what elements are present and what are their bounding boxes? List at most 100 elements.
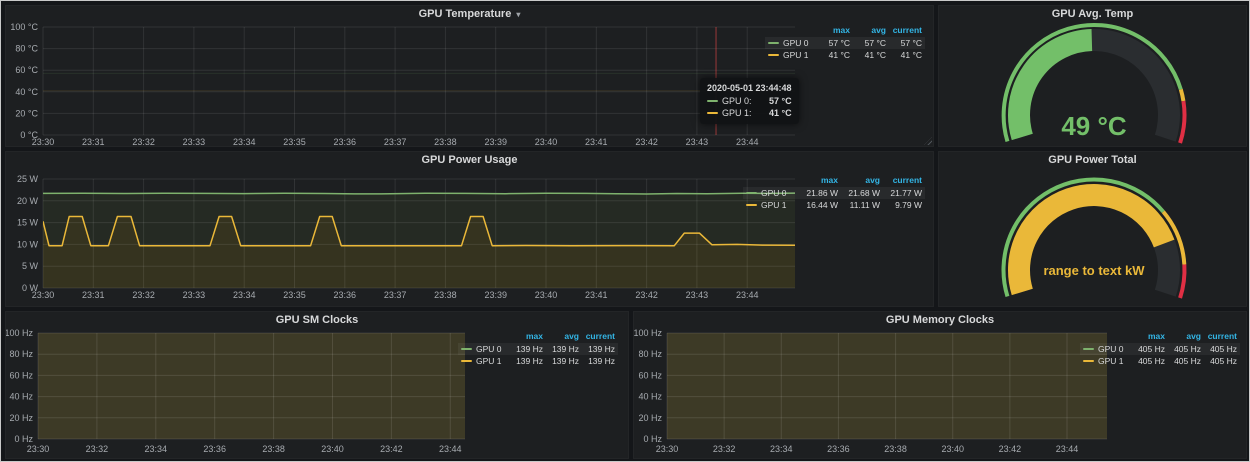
legend-series-gpu0[interactable]: GPU 0 xyxy=(1083,344,1129,354)
legend-value: 405 Hz xyxy=(1165,356,1201,366)
panel-title-gpu-power-usage[interactable]: GPU Power Usage xyxy=(6,154,933,166)
svg-text:23:44: 23:44 xyxy=(736,290,759,300)
legend-header-max[interactable]: max xyxy=(1129,331,1165,341)
legend-header-max[interactable]: max xyxy=(796,175,838,185)
svg-text:23:40: 23:40 xyxy=(941,444,964,454)
svg-text:23:42: 23:42 xyxy=(380,444,403,454)
svg-text:100 °C: 100 °C xyxy=(10,22,38,32)
panel-title-gpu-memory-clocks[interactable]: GPU Memory Clocks xyxy=(634,314,1246,326)
legend-header-max[interactable]: max xyxy=(814,25,850,35)
svg-text:23:38: 23:38 xyxy=(884,444,907,454)
legend-gpu-memory-clocks: max avg current GPU 0 405 Hz 405 Hz 405 … xyxy=(1080,330,1240,368)
legend-value: 41 °C xyxy=(850,50,886,60)
legend-value: 57 °C xyxy=(886,38,922,48)
svg-text:23:36: 23:36 xyxy=(334,137,357,146)
svg-text:23:41: 23:41 xyxy=(585,290,608,300)
panel-title-gpu-sm-clocks[interactable]: GPU SM Clocks xyxy=(6,314,628,326)
svg-text:5 W: 5 W xyxy=(22,261,39,271)
svg-text:23:34: 23:34 xyxy=(233,290,256,300)
legend-series-gpu1[interactable]: GPU 1 xyxy=(768,50,814,60)
legend-row-gpu0: GPU 0 405 Hz 405 Hz 405 Hz xyxy=(1080,343,1240,356)
legend-value: 41 °C xyxy=(886,50,922,60)
legend-value: 405 Hz xyxy=(1201,356,1237,366)
svg-text:23:38: 23:38 xyxy=(262,444,285,454)
legend-value: 9.79 W xyxy=(880,200,922,210)
svg-text:23:34: 23:34 xyxy=(770,444,793,454)
svg-text:23:39: 23:39 xyxy=(484,290,507,300)
gpu-power-total-gauge: range to text kW xyxy=(939,152,1246,306)
legend-header-avg[interactable]: avg xyxy=(838,175,880,185)
svg-text:23:43: 23:43 xyxy=(686,290,709,300)
svg-text:range to text kW: range to text kW xyxy=(1043,263,1145,278)
svg-text:23:30: 23:30 xyxy=(656,444,679,454)
panel-title-gpu-temperature[interactable]: GPU Temperature▾ xyxy=(6,8,933,20)
panel-title-gpu-avg-temp[interactable]: GPU Avg. Temp xyxy=(939,8,1246,20)
legend-header-current[interactable]: current xyxy=(1201,331,1237,341)
legend-series-gpu1[interactable]: GPU 1 xyxy=(746,200,796,210)
series-color-dash xyxy=(1083,348,1094,350)
svg-text:15 W: 15 W xyxy=(17,218,39,228)
legend-series-gpu1[interactable]: GPU 1 xyxy=(461,356,507,366)
svg-text:80 Hz: 80 Hz xyxy=(9,349,33,359)
svg-text:60 Hz: 60 Hz xyxy=(638,370,662,380)
legend-header-max[interactable]: max xyxy=(507,331,543,341)
svg-text:23:32: 23:32 xyxy=(86,444,109,454)
svg-text:23:37: 23:37 xyxy=(384,137,407,146)
legend-value: 139 Hz xyxy=(543,344,579,354)
legend-gpu-temperature: max avg current GPU 0 57 °C 57 °C 57 °C … xyxy=(765,24,925,62)
legend-value: 57 °C xyxy=(850,38,886,48)
legend-header-avg[interactable]: avg xyxy=(850,25,886,35)
svg-text:23:34: 23:34 xyxy=(233,137,256,146)
svg-text:23:44: 23:44 xyxy=(1056,444,1079,454)
legend-series-gpu0[interactable]: GPU 0 xyxy=(768,38,814,48)
series-color-dash xyxy=(768,54,779,56)
legend-header-current[interactable]: current xyxy=(886,25,922,35)
legend-header-avg[interactable]: avg xyxy=(543,331,579,341)
svg-text:80 °C: 80 °C xyxy=(15,44,38,54)
legend-header-row: max avg current xyxy=(1080,330,1240,343)
legend-value: 11.11 W xyxy=(838,200,880,210)
svg-text:23:38: 23:38 xyxy=(434,137,457,146)
legend-row-gpu0: GPU 0 139 Hz 139 Hz 139 Hz xyxy=(458,343,618,356)
series-color-dash xyxy=(1083,360,1094,362)
legend-value: 405 Hz xyxy=(1129,356,1165,366)
legend-header-row: max avg current xyxy=(765,24,925,37)
legend-gpu-sm-clocks: max avg current GPU 0 139 Hz 139 Hz 139 … xyxy=(458,330,618,368)
chart-tooltip: 2020-05-01 23:44:48 GPU 0:57 °C GPU 1:41… xyxy=(700,78,799,124)
legend-header-current[interactable]: current xyxy=(880,175,922,185)
panel-title-gpu-power-total[interactable]: GPU Power Total xyxy=(939,154,1246,166)
svg-text:0 Hz: 0 Hz xyxy=(643,434,662,444)
panel-gpu-power-usage: GPU Power Usage 25 W20 W15 W10 W5 W0 W23… xyxy=(5,151,934,307)
panel-title-text: GPU Temperature xyxy=(419,8,512,20)
svg-text:10 W: 10 W xyxy=(17,239,39,249)
svg-text:23:30: 23:30 xyxy=(27,444,50,454)
legend-series-gpu0[interactable]: GPU 0 xyxy=(461,344,507,354)
legend-value: 405 Hz xyxy=(1165,344,1201,354)
gpu-avg-temp-gauge: 49 °C xyxy=(939,6,1246,146)
svg-text:23:38: 23:38 xyxy=(434,290,457,300)
svg-text:23:43: 23:43 xyxy=(686,137,709,146)
legend-row-gpu0: GPU 0 57 °C 57 °C 57 °C xyxy=(765,37,925,50)
svg-text:23:42: 23:42 xyxy=(635,137,658,146)
panel-gpu-temperature: GPU Temperature▾ 100 °C80 °C60 °C40 °C20… xyxy=(5,5,934,147)
series-color-dash xyxy=(746,192,757,194)
legend-value: 57 °C xyxy=(814,38,850,48)
legend-value: 21.86 W xyxy=(796,188,838,198)
svg-text:23:40: 23:40 xyxy=(535,290,558,300)
legend-header-avg[interactable]: avg xyxy=(1165,331,1201,341)
svg-text:23:33: 23:33 xyxy=(183,137,206,146)
svg-text:23:34: 23:34 xyxy=(145,444,168,454)
svg-text:40 °C: 40 °C xyxy=(15,87,38,97)
svg-text:23:30: 23:30 xyxy=(32,290,55,300)
svg-text:23:36: 23:36 xyxy=(203,444,226,454)
svg-text:23:36: 23:36 xyxy=(334,290,357,300)
legend-value: 21.77 W xyxy=(880,188,922,198)
series-color-dash xyxy=(461,348,472,350)
legend-series-gpu1[interactable]: GPU 1 xyxy=(1083,356,1129,366)
legend-header-current[interactable]: current xyxy=(579,331,615,341)
legend-series-gpu0[interactable]: GPU 0 xyxy=(746,188,796,198)
svg-text:23:30: 23:30 xyxy=(32,137,55,146)
grafana-dashboard: GPU Temperature▾ 100 °C80 °C60 °C40 °C20… xyxy=(0,0,1250,462)
svg-text:23:40: 23:40 xyxy=(321,444,344,454)
svg-text:60 Hz: 60 Hz xyxy=(9,370,33,380)
